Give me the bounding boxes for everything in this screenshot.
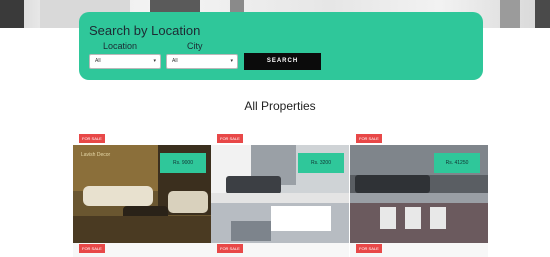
for-sale-badge: FOR SALE bbox=[356, 244, 382, 253]
search-panel: Search by Location Location City All ▾ A… bbox=[79, 12, 483, 80]
property-photo bbox=[211, 131, 349, 246]
for-sale-badge: FOR SALE bbox=[217, 134, 243, 143]
property-card[interactable]: FOR SALE bbox=[211, 243, 349, 257]
price-tag: Rs. 41250 bbox=[434, 153, 480, 173]
property-card[interactable]: FOR SALE Lavish Decor Rs. 9000 bbox=[73, 131, 211, 246]
price-tag: Rs. 9000 bbox=[160, 153, 206, 173]
city-label: City bbox=[187, 41, 203, 51]
for-sale-badge: FOR SALE bbox=[79, 244, 105, 253]
location-select-value: All bbox=[95, 58, 101, 64]
property-card[interactable]: FOR SALE Rs. 41250 bbox=[350, 131, 488, 246]
for-sale-badge: FOR SALE bbox=[79, 134, 105, 143]
for-sale-badge: FOR SALE bbox=[217, 244, 243, 253]
property-card[interactable]: FOR SALE Rs. 3200 bbox=[211, 131, 349, 246]
section-title: All Properties bbox=[244, 99, 316, 113]
property-card[interactable]: FOR SALE bbox=[73, 243, 211, 257]
price-tag: Rs. 3200 bbox=[298, 153, 344, 173]
search-button[interactable]: SEARCH bbox=[244, 53, 321, 70]
property-card[interactable]: FOR SALE bbox=[350, 243, 488, 257]
property-tag: Lavish Decor bbox=[81, 152, 111, 158]
property-photo bbox=[350, 131, 488, 246]
city-select[interactable]: All ▾ bbox=[166, 54, 238, 69]
chevron-down-icon: ▾ bbox=[230, 58, 233, 64]
city-select-value: All bbox=[172, 58, 178, 64]
location-select[interactable]: All ▾ bbox=[89, 54, 161, 69]
location-label: Location bbox=[103, 41, 138, 51]
property-photo bbox=[73, 131, 211, 246]
for-sale-badge: FOR SALE bbox=[356, 134, 382, 143]
chevron-down-icon: ▾ bbox=[153, 58, 156, 64]
search-title: Search by Location bbox=[89, 23, 201, 38]
